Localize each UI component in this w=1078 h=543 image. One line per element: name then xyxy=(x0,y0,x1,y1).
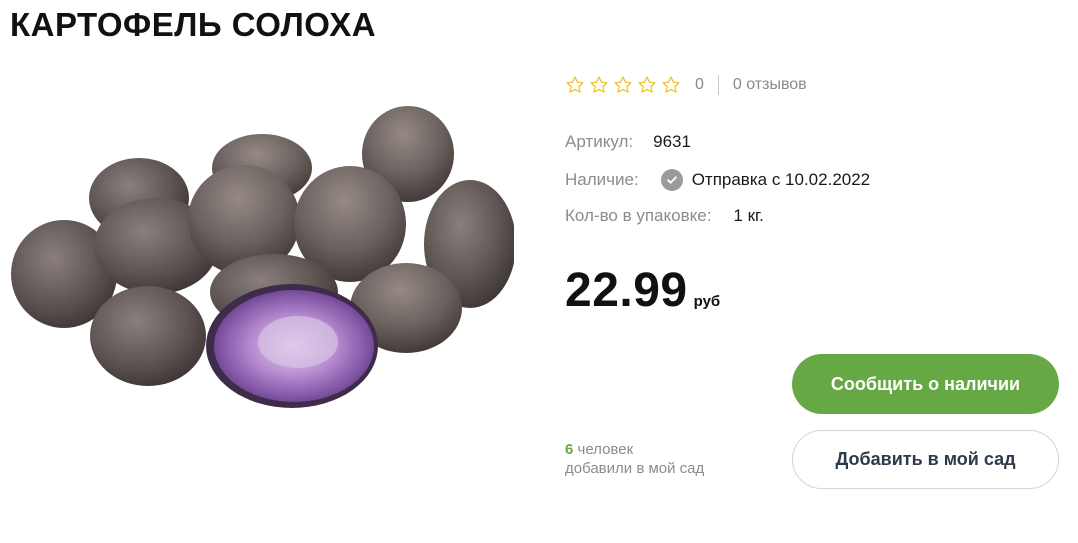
product-title: КАРТОФЕЛЬ СОЛОХА xyxy=(10,6,377,43)
rating-stars[interactable] xyxy=(565,75,681,95)
spec-sku: Артикул: 9631 xyxy=(565,132,691,152)
availability-label: Наличие: xyxy=(565,170,639,189)
product-image[interactable] xyxy=(8,96,516,458)
notify-availability-button[interactable]: Сообщить о наличии xyxy=(792,354,1059,414)
price-value: 22.99 xyxy=(565,264,688,317)
garden-count-line: 6 человек xyxy=(565,440,704,459)
price: 22.99 руб xyxy=(565,263,720,318)
star-outline-icon[interactable] xyxy=(589,75,609,95)
availability-value: Отправка с 10.02.2022 xyxy=(691,170,871,189)
check-circle-icon xyxy=(660,169,683,191)
reviews-link[interactable]: 0 отзывов xyxy=(733,76,807,94)
divider xyxy=(717,75,719,95)
star-outline-icon[interactable] xyxy=(565,75,585,95)
garden-info-text: добавили в мой сад xyxy=(565,460,705,477)
star-outline-icon[interactable] xyxy=(661,75,681,95)
rating-count: 0 xyxy=(695,76,704,93)
sku-value: 9631 xyxy=(653,132,691,151)
spec-package: Кол-во в упаковке: 1 кг. xyxy=(565,206,764,226)
garden-count-suffix: человек xyxy=(573,441,634,458)
star-outline-icon[interactable] xyxy=(613,75,633,95)
sku-label: Артикул: xyxy=(565,132,634,151)
potato-photo xyxy=(8,96,516,458)
price-currency: руб xyxy=(693,293,721,310)
package-value: 1 кг. xyxy=(733,206,764,225)
spec-availability: Наличие: Отправка с 10.02.2022 xyxy=(565,169,870,191)
add-to-garden-button[interactable]: Добавить в мой сад xyxy=(792,430,1059,489)
package-label: Кол-во в упаковке: xyxy=(565,206,712,225)
star-outline-icon[interactable] xyxy=(637,75,657,95)
rating-bar: 0 0 отзывов xyxy=(565,73,807,97)
garden-info: 6 человек добавили в мой сад xyxy=(565,440,704,478)
